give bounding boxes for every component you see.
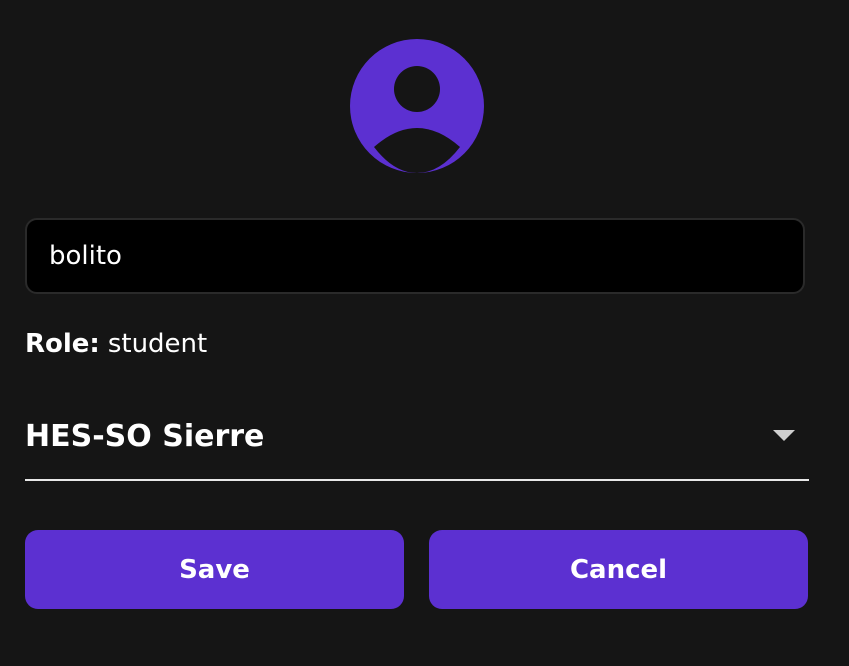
role-value: student	[107, 329, 208, 359]
school-select[interactable]: HES-SO Sierre	[25, 405, 809, 481]
save-button[interactable]: Save	[25, 530, 404, 609]
school-select-value: HES-SO Sierre	[25, 419, 265, 454]
role-label: Role:	[25, 329, 100, 359]
user-avatar-icon[interactable]	[350, 39, 484, 173]
role-info: Role: student	[25, 326, 207, 362]
username-input[interactable]	[25, 218, 805, 294]
cancel-button[interactable]: Cancel	[429, 530, 808, 609]
dropdown-arrow-icon[interactable]	[773, 430, 795, 441]
profile-edit-page: Role:student HES-SO Sierre Save Cancel	[0, 0, 849, 666]
